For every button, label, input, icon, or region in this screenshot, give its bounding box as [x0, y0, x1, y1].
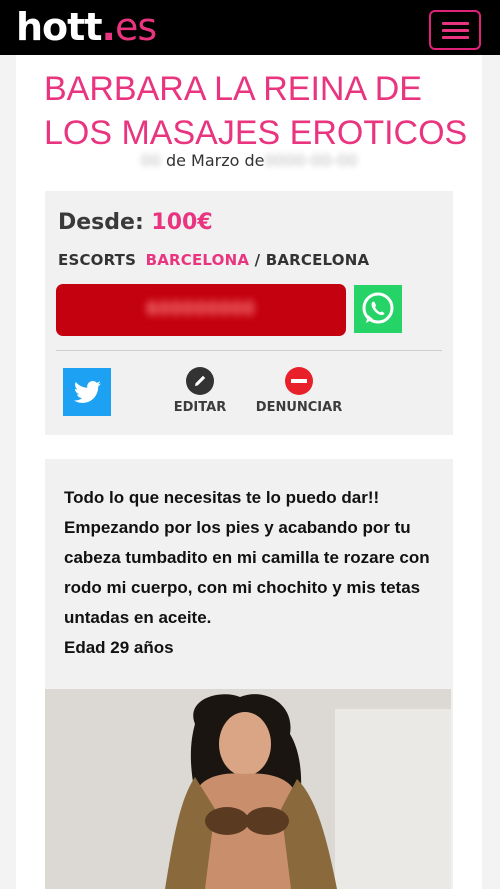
- twitter-icon: [73, 381, 101, 403]
- category-label: ESCORTS: [58, 251, 137, 269]
- description-line: Todo lo que necesitas te lo puedo dar!!: [64, 488, 380, 507]
- description-box: Todo lo que necesitas te lo puedo dar!! …: [45, 459, 453, 889]
- no-entry-icon: [285, 367, 313, 395]
- price-label: Desde:: [58, 210, 144, 235]
- photo-placeholder: [45, 689, 451, 889]
- category-breadcrumb: ESCORTS BARCELONA / BARCELONA: [58, 251, 369, 269]
- contact-box: Desde: 100€ ESCORTS BARCELONA / BARCELON…: [45, 191, 453, 435]
- logo-main: hott: [16, 5, 102, 49]
- phone-number: 600000000: [146, 298, 256, 320]
- date-day: 00: [140, 151, 161, 170]
- profile-photo[interactable]: [45, 689, 451, 889]
- listing-date: 00 de Marzo de0000-00-00: [16, 151, 482, 170]
- date-text: de Marzo de: [165, 151, 265, 170]
- hamburger-icon-bar: [442, 29, 469, 32]
- top-navbar: hott.es: [0, 0, 500, 55]
- listing-page: BARBARA LA REINA DE LOS MASAJES EROTICOS…: [16, 55, 482, 889]
- whatsapp-icon: [362, 292, 394, 324]
- report-label: DENUNCIAR: [255, 400, 343, 415]
- menu-button[interactable]: [429, 10, 481, 50]
- hamburger-icon-bar: [442, 36, 469, 39]
- edit-button[interactable]: EDITAR: [173, 367, 227, 415]
- city-link[interactable]: BARCELONA: [146, 251, 250, 269]
- price: Desde: 100€: [58, 210, 213, 235]
- report-button[interactable]: DENUNCIAR: [254, 367, 344, 415]
- listing-title: BARBARA LA REINA DE LOS MASAJES EROTICOS: [44, 70, 468, 152]
- logo-dot: .: [101, 5, 116, 49]
- divider: [56, 350, 442, 351]
- hamburger-icon: [442, 22, 469, 25]
- description-line: Edad 29 años: [64, 638, 174, 657]
- pencil-icon: [186, 367, 214, 395]
- whatsapp-button[interactable]: [354, 285, 402, 333]
- date-year: 0000-00-00: [264, 151, 358, 170]
- description: Todo lo que necesitas te lo puedo dar!! …: [64, 483, 444, 663]
- twitter-share-button[interactable]: [63, 368, 111, 416]
- edit-label: EDITAR: [173, 400, 227, 415]
- call-phone-button[interactable]: 600000000: [56, 284, 346, 336]
- site-logo[interactable]: hott.es: [16, 5, 157, 49]
- logo-tld: es: [114, 5, 157, 49]
- description-line: Empezando por los pies y acabando por tu…: [64, 518, 430, 627]
- city-sub: / BARCELONA: [254, 251, 370, 269]
- price-value: 100€: [151, 210, 213, 235]
